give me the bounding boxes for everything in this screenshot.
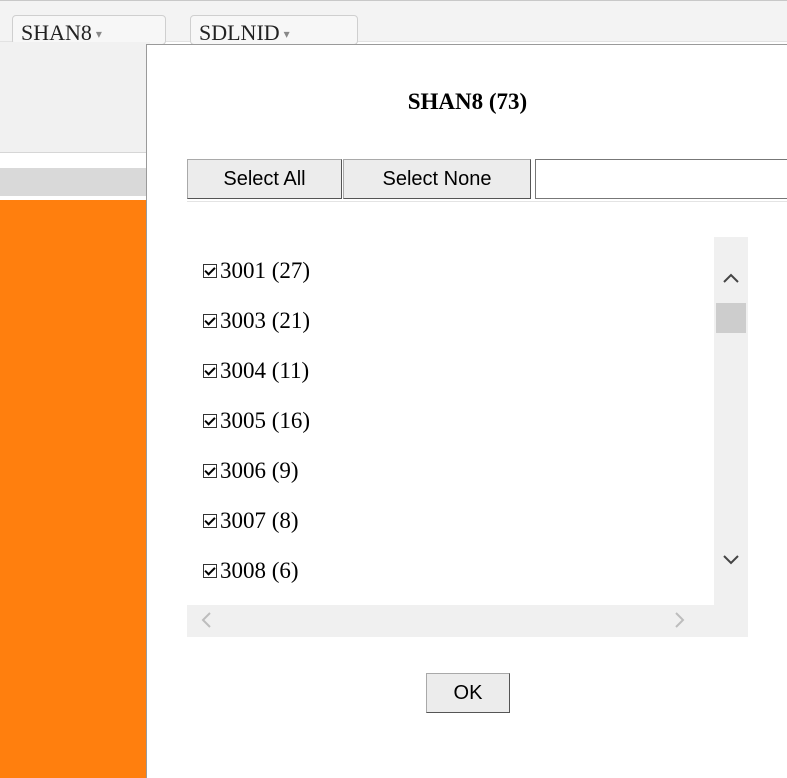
- checkbox[interactable]: [203, 363, 217, 378]
- select-none-button[interactable]: Select None: [343, 159, 531, 199]
- filter-search-input[interactable]: [535, 159, 787, 199]
- checkbox[interactable]: [203, 313, 217, 328]
- list-item[interactable]: 3005 (16): [203, 403, 310, 439]
- list-item-label: 3003 (21): [220, 308, 311, 333]
- checkbox[interactable]: [203, 563, 217, 578]
- chevron-down-icon[interactable]: [714, 549, 748, 570]
- select-all-button[interactable]: Select All: [187, 159, 342, 199]
- background-header-strip: [0, 168, 150, 196]
- field-pill-label: SDLNID: [199, 20, 280, 45]
- list-item-label: 3006 (9): [220, 458, 299, 483]
- scrollbar-thumb[interactable]: [716, 303, 746, 333]
- checkbox[interactable]: [203, 413, 217, 428]
- checkbox[interactable]: [203, 463, 217, 478]
- list-item[interactable]: 3004 (11): [203, 353, 309, 389]
- vertical-scrollbar[interactable]: [714, 237, 748, 637]
- list-item[interactable]: 3001 (27): [203, 253, 310, 289]
- chart-bar: [0, 200, 150, 778]
- list-item[interactable]: 3008 (6): [203, 553, 299, 589]
- list-item-label: 3004 (11): [220, 358, 310, 383]
- background-row-area: [0, 42, 150, 153]
- list-item[interactable]: 3007 (8): [203, 503, 299, 539]
- checkbox[interactable]: [203, 513, 217, 528]
- popup-title: SHAN8 (73): [407, 89, 528, 114]
- horizontal-scrollbar[interactable]: [187, 605, 714, 637]
- field-pill-shan8[interactable]: SHAN8 ▾: [12, 15, 166, 45]
- dropdown-arrow-icon[interactable]: ▾: [284, 27, 290, 41]
- list-item[interactable]: 3003 (21): [203, 303, 310, 339]
- chevron-left-icon[interactable]: [201, 609, 211, 633]
- dropdown-arrow-icon[interactable]: ▾: [96, 27, 102, 41]
- list-item-label: 3008 (6): [220, 558, 299, 583]
- list-item-label: 3005 (16): [220, 408, 311, 433]
- filter-popup: SHAN8 (73) Select All Select None 3001 (…: [146, 44, 787, 778]
- chevron-right-icon[interactable]: [675, 609, 685, 633]
- list-item-label: 3001 (27): [220, 258, 311, 283]
- chevron-up-icon[interactable]: [714, 267, 748, 288]
- divider: [187, 201, 787, 202]
- list-item[interactable]: 3006 (9): [203, 453, 299, 489]
- ok-button[interactable]: OK: [426, 673, 510, 713]
- field-pill-sdlnid[interactable]: SDLNID ▾: [190, 15, 358, 45]
- value-list-viewport: 3001 (27) 3003 (21) 3004 (11) 3005 (16) …: [187, 237, 714, 605]
- list-item-label: 3007 (8): [220, 508, 299, 533]
- value-list[interactable]: 3001 (27) 3003 (21) 3004 (11) 3005 (16) …: [187, 237, 748, 637]
- pivot-field-toolbar: SHAN8 ▾ SDLNID ▾: [0, 0, 787, 45]
- checkbox[interactable]: [203, 263, 217, 278]
